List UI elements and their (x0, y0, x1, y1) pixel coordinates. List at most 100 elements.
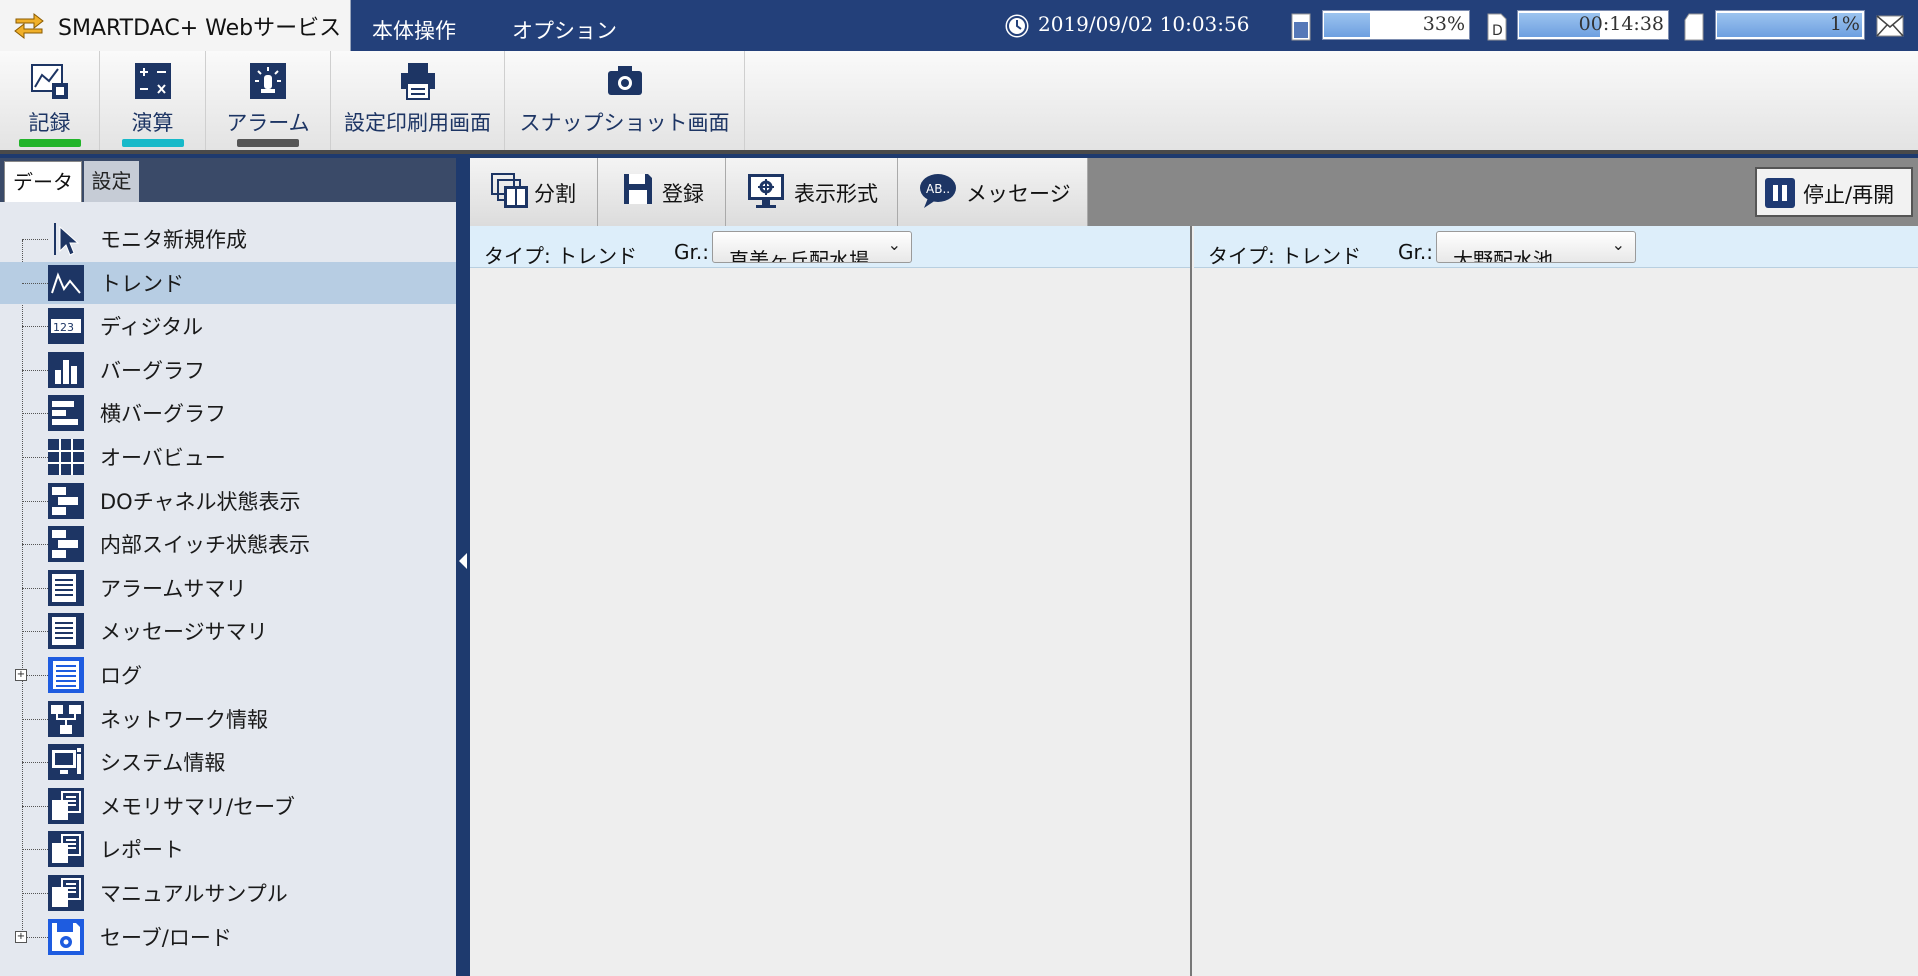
pause-icon (1765, 178, 1795, 208)
tree-item[interactable]: アラームサマリ (0, 567, 456, 609)
collapse-arrow-icon[interactable] (459, 553, 467, 569)
ribbon-settings-print-button[interactable]: 設定印刷用画面 (331, 51, 505, 150)
group-select-value: 直美ヶ丘配水場 (729, 248, 869, 263)
message-button[interactable]: AB.. メッセージ (898, 158, 1088, 226)
tree-item[interactable]: ネットワーク情報 (0, 698, 456, 740)
internal-switch-icon (48, 526, 84, 563)
chevron-down-icon: ⌄ (887, 235, 901, 254)
expand-plus-icon[interactable]: + (15, 930, 27, 943)
network-icon (48, 700, 84, 737)
log-icon (48, 657, 84, 693)
chevron-down-icon: ⌄ (1611, 235, 1625, 254)
memory-usage-text: 33% (1422, 13, 1465, 35)
split-button[interactable]: 分割 (470, 158, 598, 226)
display-format-label: 表示形式 (794, 182, 878, 206)
remaining-time-text: 00:14:38 (1578, 13, 1664, 35)
group-select[interactable]: 大野配水池 ⌄ (1436, 231, 1636, 263)
display-format-button[interactable]: 表示形式 (726, 158, 898, 226)
svg-text:D: D (1492, 23, 1503, 39)
top-bar: SMARTDAC+ Webサービス 本体操作 オプション 2019/09/02 … (0, 0, 1918, 51)
tree-item[interactable]: システム情報 (0, 741, 456, 783)
memory-icon (1291, 13, 1311, 41)
svg-text:123: 123 (53, 321, 74, 334)
tree-item-label: モニタ新規作成 (100, 228, 247, 252)
group-select-value: 大野配水池 (1453, 248, 1553, 263)
tree-item[interactable]: 123 ディジタル (0, 305, 456, 347)
tree-item[interactable]: バーグラフ (0, 349, 456, 391)
alarm-icon (250, 63, 286, 99)
tree-item-label: メモリサマリ/セーブ (100, 794, 295, 819)
group-select[interactable]: 直美ヶ丘配水場 ⌄ (712, 231, 912, 263)
remaining-time-bar: 00:14:38 (1517, 10, 1669, 40)
overview-icon (48, 439, 84, 475)
do-channel-icon (48, 482, 84, 519)
ribbon-alarm-button[interactable]: アラーム (206, 51, 331, 150)
expand-plus-icon[interactable]: + (15, 669, 27, 681)
media-usage-bar: 1% (1715, 10, 1865, 40)
tree-item-label: 横バーグラフ (100, 402, 226, 427)
split-label: 分割 (534, 182, 576, 206)
ribbon-math-button[interactable]: 演算 (100, 51, 206, 150)
register-button[interactable]: 登録 (598, 158, 726, 226)
pause-resume-button[interactable]: 停止/再開 (1755, 167, 1913, 217)
ribbon-alarm-label: アラーム (226, 111, 310, 135)
math-status-indicator (121, 139, 184, 147)
tree-item[interactable]: レポート (0, 828, 456, 870)
tree-item[interactable]: メッセージサマリ (0, 610, 456, 652)
tree-item[interactable]: 内部スイッチ状態表示 (0, 523, 456, 565)
data-file-icon: D (1487, 13, 1507, 41)
split-icon (491, 173, 528, 208)
tab-settings[interactable]: 設定 (84, 161, 139, 202)
monitor-toolbar: 分割 登録 表示形式 AB.. メッセージ 停止/再開 (470, 158, 1918, 226)
ribbon-snapshot-button[interactable]: スナップショット画面 (505, 51, 745, 150)
tree-connector (22, 762, 48, 764)
tree-item-label: 内部スイッチ状態表示 (100, 533, 310, 558)
mail-icon[interactable] (1876, 15, 1904, 37)
record-icon (30, 64, 68, 99)
digital-icon: 123 (48, 308, 84, 345)
tree-item[interactable]: + セーブ/ロード (0, 916, 456, 958)
trend-display-area[interactable] (1194, 269, 1918, 976)
menu-main-operation[interactable]: 本体操作 (372, 0, 456, 51)
group-label: Gr.: (1398, 240, 1433, 264)
tree-item-label: マニュアルサンプル (100, 882, 288, 906)
alarm-status-indicator (237, 139, 299, 147)
tree-item[interactable]: オーバビュー (0, 436, 456, 478)
ribbon-toolbar: 記録 演算 アラーム 設定印刷用画面 スナップショット画面 (0, 51, 1918, 154)
camera-icon (607, 66, 642, 95)
tree-item[interactable]: モニタ新規作成 (0, 218, 456, 260)
sidebar-tab-bar: データ 設定 (0, 158, 456, 202)
memory-usage-fill (1324, 13, 1371, 37)
trend-icon (48, 264, 84, 301)
panel-header: タイプ: トレンド Gr.: 直美ヶ丘配水場 ⌄ (470, 226, 1190, 268)
report-icon (48, 831, 84, 868)
tree-connector (22, 587, 48, 589)
bargraph-icon (48, 351, 84, 388)
ribbon-record-button[interactable]: 記録 (0, 51, 100, 150)
register-label: 登録 (662, 182, 704, 206)
tree-item[interactable]: マニュアルサンプル (0, 872, 456, 914)
swap-arrows-icon (14, 12, 44, 39)
tree-item-label: レポート (100, 838, 184, 863)
tree-item[interactable]: メモリサマリ/セーブ (0, 785, 456, 827)
system-icon (48, 744, 84, 781)
alarm-summary-icon (48, 569, 84, 606)
menu-option[interactable]: オプション (512, 0, 617, 51)
tree-connector (22, 849, 48, 851)
tree-item[interactable]: + ログ (0, 654, 456, 696)
tree-connector (22, 500, 48, 502)
datetime-display: 2019/09/02 10:03:56 (1038, 12, 1250, 36)
tree-item[interactable]: DOチャネル状態表示 (0, 480, 456, 522)
math-icon (134, 63, 171, 99)
tree-connector (22, 544, 48, 546)
panel-header: タイプ: トレンド Gr.: 大野配水池 ⌄ (1194, 226, 1918, 268)
tree-item[interactable]: トレンド (0, 261, 456, 304)
sidebar-splitter[interactable] (456, 158, 470, 976)
tree-item-label: バーグラフ (100, 358, 205, 383)
tab-data[interactable]: データ (4, 161, 82, 202)
trend-display-area[interactable] (470, 269, 1190, 976)
tree-item-label: システム情報 (100, 751, 226, 776)
tree-item[interactable]: 横バーグラフ (0, 392, 456, 434)
tree-connector (22, 631, 48, 633)
app-tab[interactable]: SMARTDAC+ Webサービス (0, 0, 351, 51)
